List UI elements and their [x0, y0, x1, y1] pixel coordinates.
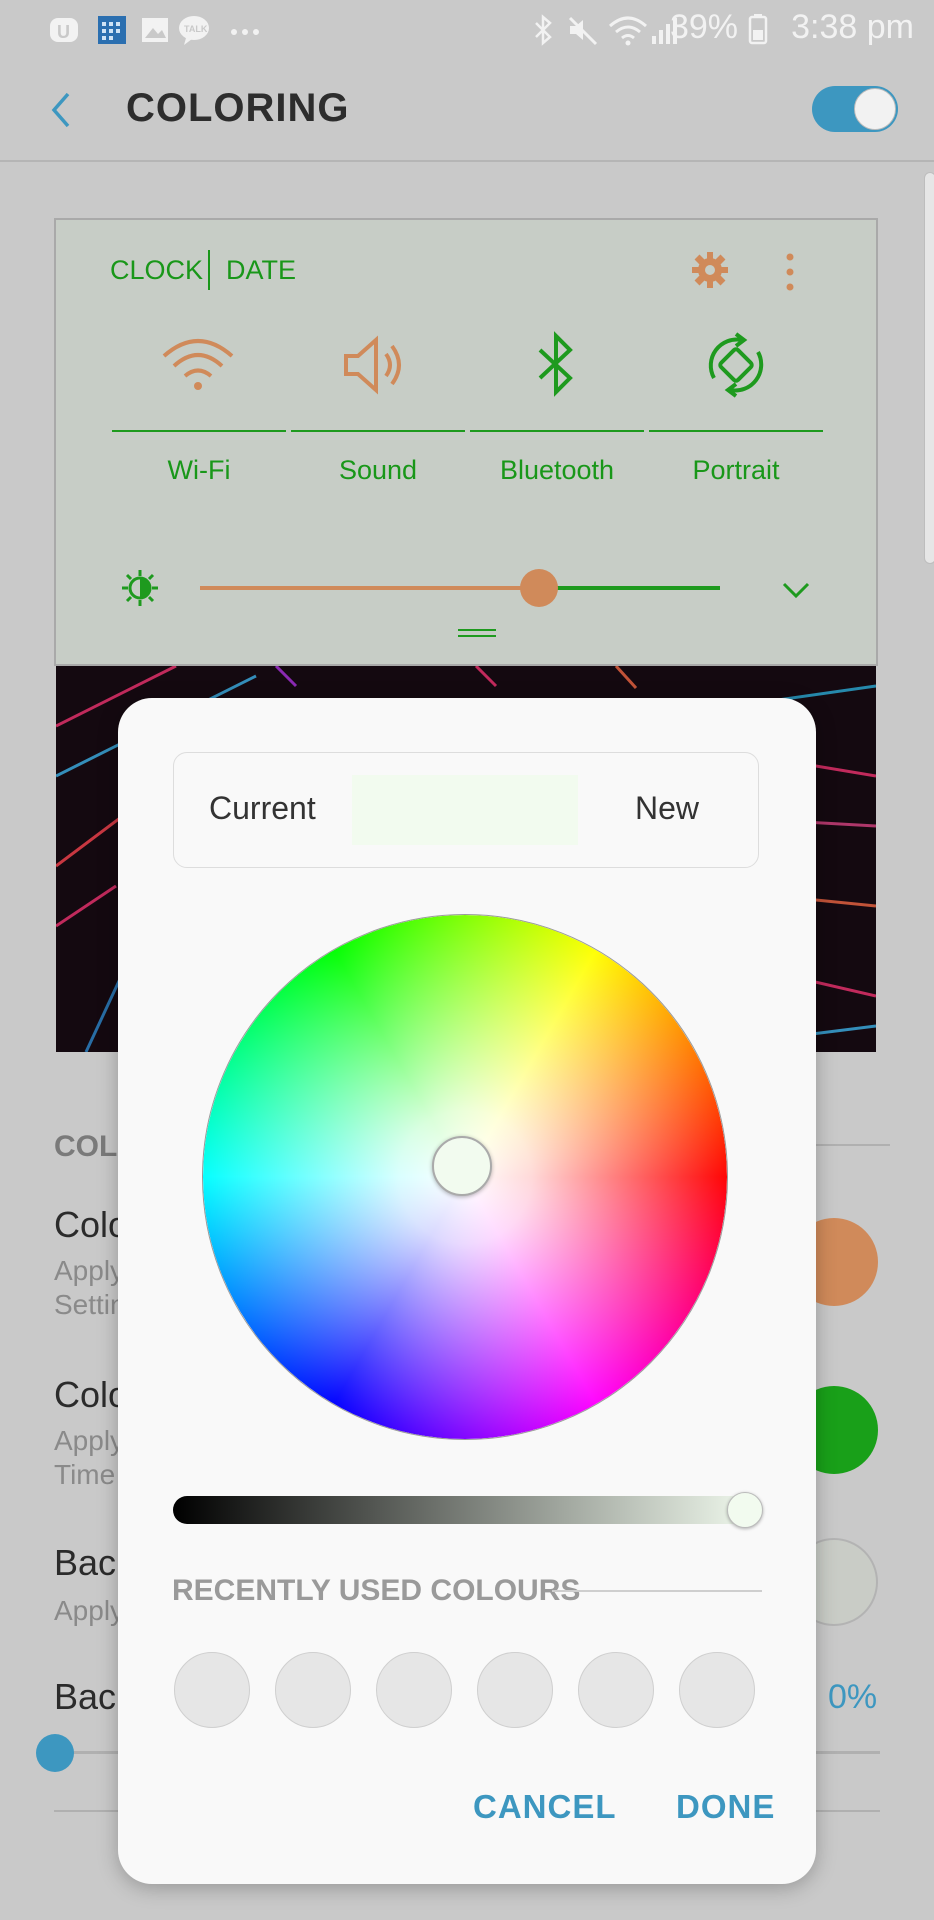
recent-colour-slot[interactable] [174, 1652, 250, 1728]
setting-title[interactable]: Colo [54, 1204, 128, 1246]
coloring-toggle[interactable] [812, 86, 898, 132]
tile-label-sound: Sound [338, 455, 418, 485]
samsung-pass-icon: U [50, 18, 78, 42]
gallery-icon [142, 18, 168, 42]
wifi-icon [162, 339, 234, 390]
svg-text:U: U [57, 22, 70, 42]
clock-date-divider [208, 250, 210, 290]
brightness-track [540, 586, 720, 590]
brightness-icon [122, 570, 158, 606]
tile-label-portrait: Portrait [692, 455, 780, 485]
toggle-knob [854, 88, 896, 130]
status-bar: U TALK 39% 3:38 pm [0, 0, 934, 60]
gear-icon [692, 252, 728, 288]
more-options-icon [786, 253, 794, 291]
talk-icon: TALK [179, 16, 209, 45]
recent-colour-slot[interactable] [578, 1652, 654, 1728]
setting-title[interactable]: Bac [54, 1542, 116, 1584]
setting-subtitle: Apply Settin [54, 1255, 126, 1320]
setting-subtitle: Apply Time [54, 1425, 125, 1490]
tile-label-wifi: Wi-Fi [167, 455, 231, 485]
transparency-value: 0% [828, 1678, 878, 1716]
recent-colours-label: RECENTLY USED COLOURS [172, 1574, 581, 1607]
calendar-icon [98, 16, 126, 44]
sound-icon [344, 335, 401, 395]
recent-colour-slot[interactable] [275, 1652, 351, 1728]
battery-icon [748, 14, 768, 45]
setting-subtitle: Apply [54, 1595, 125, 1626]
setting-title: Bac [54, 1676, 117, 1717]
transparency-slider-thumb[interactable] [36, 1734, 74, 1772]
wifi-icon [609, 16, 647, 46]
new-color-label: New [635, 790, 700, 826]
done-button[interactable]: DONE [676, 1788, 775, 1826]
tile-label-bluetooth: Bluetooth [499, 455, 615, 485]
back-arrow-icon[interactable] [44, 90, 84, 130]
mute-icon [568, 16, 598, 46]
date-label: DATE [226, 255, 297, 285]
chevron-down-icon [782, 582, 810, 599]
setting-title[interactable]: Colo [54, 1374, 128, 1416]
cancel-button[interactable]: CANCEL [473, 1788, 617, 1826]
drag-handle-icon [458, 629, 496, 637]
tile-divider [291, 430, 465, 432]
svg-text:TALK: TALK [184, 24, 208, 34]
bluetooth-icon [535, 14, 552, 46]
tile-divider [470, 430, 644, 432]
page-title: COLORING [126, 86, 350, 130]
rotate-icon [708, 332, 764, 398]
tile-divider [649, 430, 823, 432]
recent-colour-slot[interactable] [477, 1652, 553, 1728]
scrollbar[interactable] [924, 172, 934, 564]
current-color-label: Current [209, 790, 316, 826]
color-wheel-marker[interactable] [432, 1136, 492, 1196]
brightness-value-thumb[interactable] [727, 1492, 763, 1528]
recent-colour-slot[interactable] [679, 1652, 755, 1728]
new-color-preview [352, 775, 578, 845]
brightness-slider-thumb [520, 569, 558, 607]
brightness-track-filled [200, 586, 540, 590]
status-time: 3:38 pm [791, 8, 914, 46]
recent-colours-divider [552, 1590, 762, 1592]
brightness-value-bar[interactable] [173, 1496, 759, 1524]
clock-label: CLOCK [110, 255, 204, 285]
tile-divider [112, 430, 286, 432]
more-dots-icon [231, 29, 259, 35]
recent-colour-slot[interactable] [376, 1652, 452, 1728]
battery-percent: 39% [669, 8, 738, 46]
bluetooth-icon [538, 331, 573, 397]
